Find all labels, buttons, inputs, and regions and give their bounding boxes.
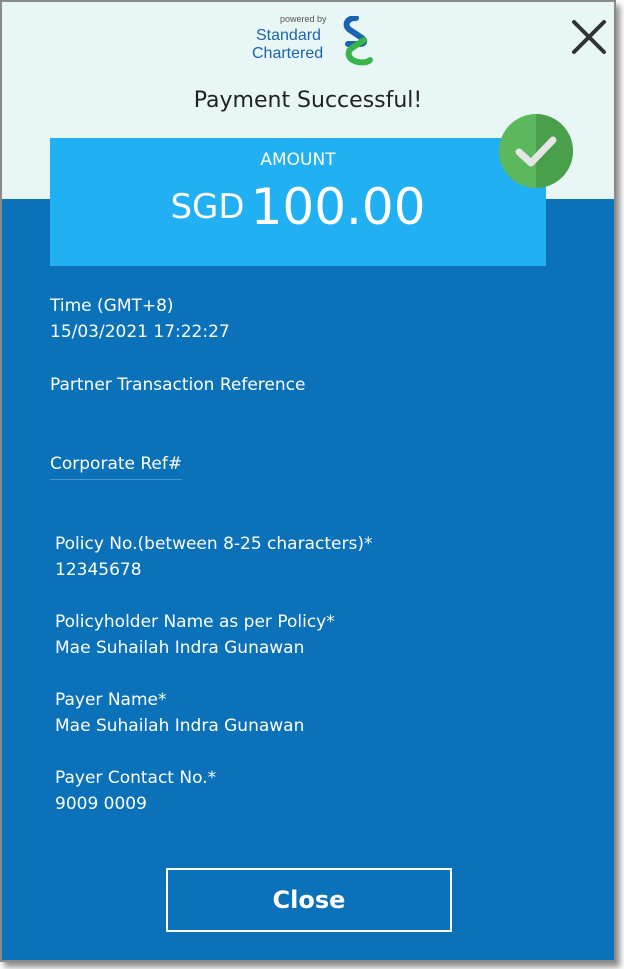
policyholder-name-label: Policyholder Name as per Policy*	[55, 612, 335, 632]
time-value: 15/03/2021 17:22:27	[50, 322, 230, 342]
brand-name-line2: Chartered	[252, 45, 324, 62]
time-label: Time (GMT+8)	[50, 296, 174, 316]
page-title: Payment Successful!	[193, 88, 423, 113]
policyholder-name-value: Mae Suhailah Indra Gunawan	[55, 638, 305, 658]
payer-contact-label: Payer Contact No.*	[55, 768, 217, 788]
amount-value: SGD 100.00	[50, 178, 546, 236]
partner-ref-label: Partner Transaction Reference	[50, 375, 306, 395]
corporate-ref-divider	[50, 479, 182, 480]
standard-chartered-logo-icon	[343, 16, 373, 66]
payer-contact-value: 9009 0009	[55, 794, 147, 814]
amount-label: AMOUNT	[260, 150, 336, 170]
policy-no-label: Policy No.(between 8-25 characters)*	[55, 534, 373, 554]
brand-name-line1: Standard	[256, 27, 321, 44]
checkmark-icon	[499, 114, 573, 188]
amount-currency: SGD	[170, 187, 245, 227]
close-button[interactable]: Close	[166, 868, 452, 932]
powered-by-text: powered by	[280, 14, 327, 24]
payer-name-value: Mae Suhailah Indra Gunawan	[55, 716, 305, 736]
payer-name-label: Payer Name*	[55, 690, 167, 710]
standard-chartered-logo: powered by Standard Chartered	[250, 14, 380, 66]
corporate-ref-label: Corporate Ref#	[50, 454, 183, 474]
payment-success-dialog: powered by Standard Chartered Payment Su…	[0, 0, 616, 962]
close-x-icon[interactable]	[568, 16, 610, 58]
amount-number: 100.00	[250, 178, 426, 236]
amount-card: AMOUNT SGD 100.00	[50, 138, 546, 266]
policy-no-value: 12345678	[55, 560, 142, 580]
